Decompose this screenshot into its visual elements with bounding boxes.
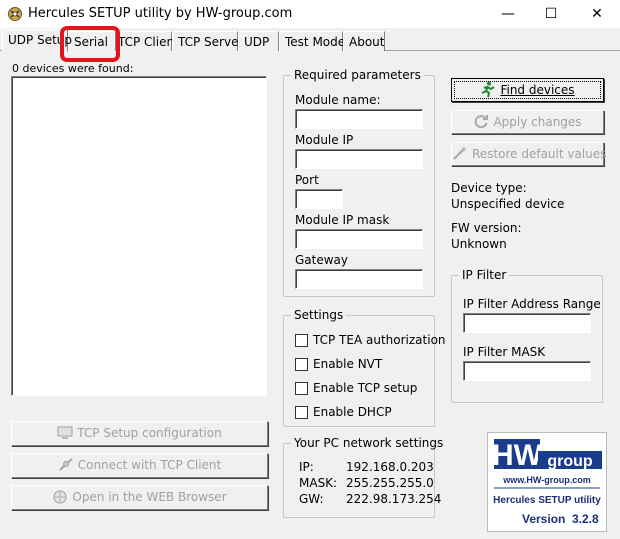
pc-mask-value: 255.255.255.0: [346, 476, 434, 490]
apply-changes-button[interactable]: Apply changes: [451, 110, 604, 134]
tab-label: UDP: [244, 35, 270, 49]
logo-version-number: 3.2.8: [572, 512, 599, 526]
module-ip-mask-field[interactable]: [295, 229, 423, 249]
gateway-field[interactable]: [295, 269, 423, 289]
port-field[interactable]: [295, 189, 343, 209]
window-title: Hercules SETUP utility by HW-group.com: [28, 6, 293, 21]
button-label: Find devices: [500, 83, 575, 97]
ip-filter-range-label: IP Filter Address Range: [463, 297, 601, 311]
maximize-button[interactable]: ☐: [528, 0, 574, 28]
tab-udp[interactable]: UDP: [238, 31, 279, 51]
device-type-label: Device type:: [451, 181, 527, 195]
logo-group-text: group: [547, 453, 593, 470]
tab-label: Test Mode: [285, 35, 346, 49]
enable-tcp-setup-checkbox[interactable]: [295, 382, 308, 395]
pc-ip-label: IP:: [299, 460, 314, 474]
gateway-label: Gateway: [295, 253, 349, 267]
running-man-icon: [480, 81, 496, 98]
tab-about[interactable]: About: [343, 31, 385, 51]
module-ip-label: Module IP: [295, 133, 354, 147]
fw-version-value: Unknown: [451, 237, 507, 251]
tcp-tea-checkbox[interactable]: [295, 334, 308, 347]
enable-nvt-checkbox[interactable]: [295, 358, 308, 371]
tab-tcp-server[interactable]: TCP Server: [172, 31, 243, 51]
device-list[interactable]: [11, 76, 267, 396]
logo-product: Hercules SETUP utility: [493, 495, 601, 506]
enable-dhcp-label: Enable DHCP: [313, 405, 392, 419]
enable-tcp-setup-label: Enable TCP setup: [313, 381, 418, 395]
restore-defaults-button[interactable]: Restore default values: [451, 142, 607, 166]
close-button[interactable]: ✕: [574, 0, 620, 28]
globe-icon: [52, 489, 68, 504]
ip-filter-mask-label: IP Filter MASK: [463, 345, 546, 359]
ip-filter-group: [451, 275, 603, 403]
tab-test-mode[interactable]: Test Mode: [279, 31, 346, 51]
pc-ip-value: 192.168.0.203: [346, 460, 434, 474]
minimize-button[interactable]: —: [485, 0, 531, 28]
logo-version-label: Version: [522, 512, 565, 526]
pc-mask-label: MASK:: [299, 476, 338, 490]
monitor-icon: [57, 425, 73, 439]
port-label: Port: [295, 173, 319, 187]
tab-label: About: [349, 35, 385, 49]
magic-wand-icon: [452, 145, 468, 161]
tab-udp-setup[interactable]: UDP Setup: [2, 29, 72, 52]
device-type-value: Unspecified device: [451, 197, 565, 211]
pc-gw-label: GW:: [299, 492, 324, 506]
ip-filter-range-field[interactable]: [463, 313, 591, 333]
open-web-browser-button[interactable]: Open in the WEB Browser: [11, 485, 268, 510]
button-label: Open in the WEB Browser: [72, 490, 227, 504]
logo-url: www.HW-group.com: [502, 475, 590, 485]
button-label: Apply changes: [493, 115, 582, 129]
connect-tcp-client-button[interactable]: Connect with TCP Client: [11, 453, 268, 478]
hw-group-logo: HW group www.HW-group.com Hercules SETUP…: [487, 432, 607, 532]
required-parameters-title: Required parameters: [291, 68, 424, 82]
devices-found-label: 0 devices were found:: [12, 62, 134, 75]
tab-label: TCP Client: [118, 35, 179, 49]
tab-label: TCP Server: [178, 35, 244, 49]
enable-nvt-label: Enable NVT: [313, 357, 383, 371]
button-label: Restore default values: [472, 147, 607, 161]
module-name-field[interactable]: [295, 109, 423, 129]
button-label: Connect with TCP Client: [77, 458, 222, 472]
module-ip-field[interactable]: [295, 149, 423, 169]
find-devices-button[interactable]: Find devices: [451, 78, 604, 102]
refresh-icon: [473, 113, 489, 129]
ip-filter-title: IP Filter: [459, 268, 510, 282]
module-name-label: Module name:: [295, 93, 381, 107]
fw-version-label: FW version:: [451, 221, 522, 235]
tcp-setup-configuration-button[interactable]: TCP Setup configuration: [11, 421, 268, 446]
pc-gw-value: 222.98.173.254: [346, 492, 442, 506]
highlight-annotation: [60, 26, 120, 62]
tab-tcp-client[interactable]: TCP Client: [116, 31, 179, 51]
settings-title: Settings: [291, 308, 347, 322]
tcp-tea-label: TCP TEA authorization: [313, 333, 446, 347]
connect-icon: [58, 457, 74, 471]
pc-network-title: Your PC network settings: [291, 436, 447, 450]
app-icon: [7, 6, 23, 22]
enable-dhcp-checkbox[interactable]: [295, 406, 308, 419]
button-label: TCP Setup configuration: [77, 426, 222, 440]
module-ip-mask-label: Module IP mask: [295, 213, 390, 227]
logo-hw-text: HW: [492, 439, 543, 472]
ip-filter-mask-field[interactable]: [463, 361, 591, 381]
